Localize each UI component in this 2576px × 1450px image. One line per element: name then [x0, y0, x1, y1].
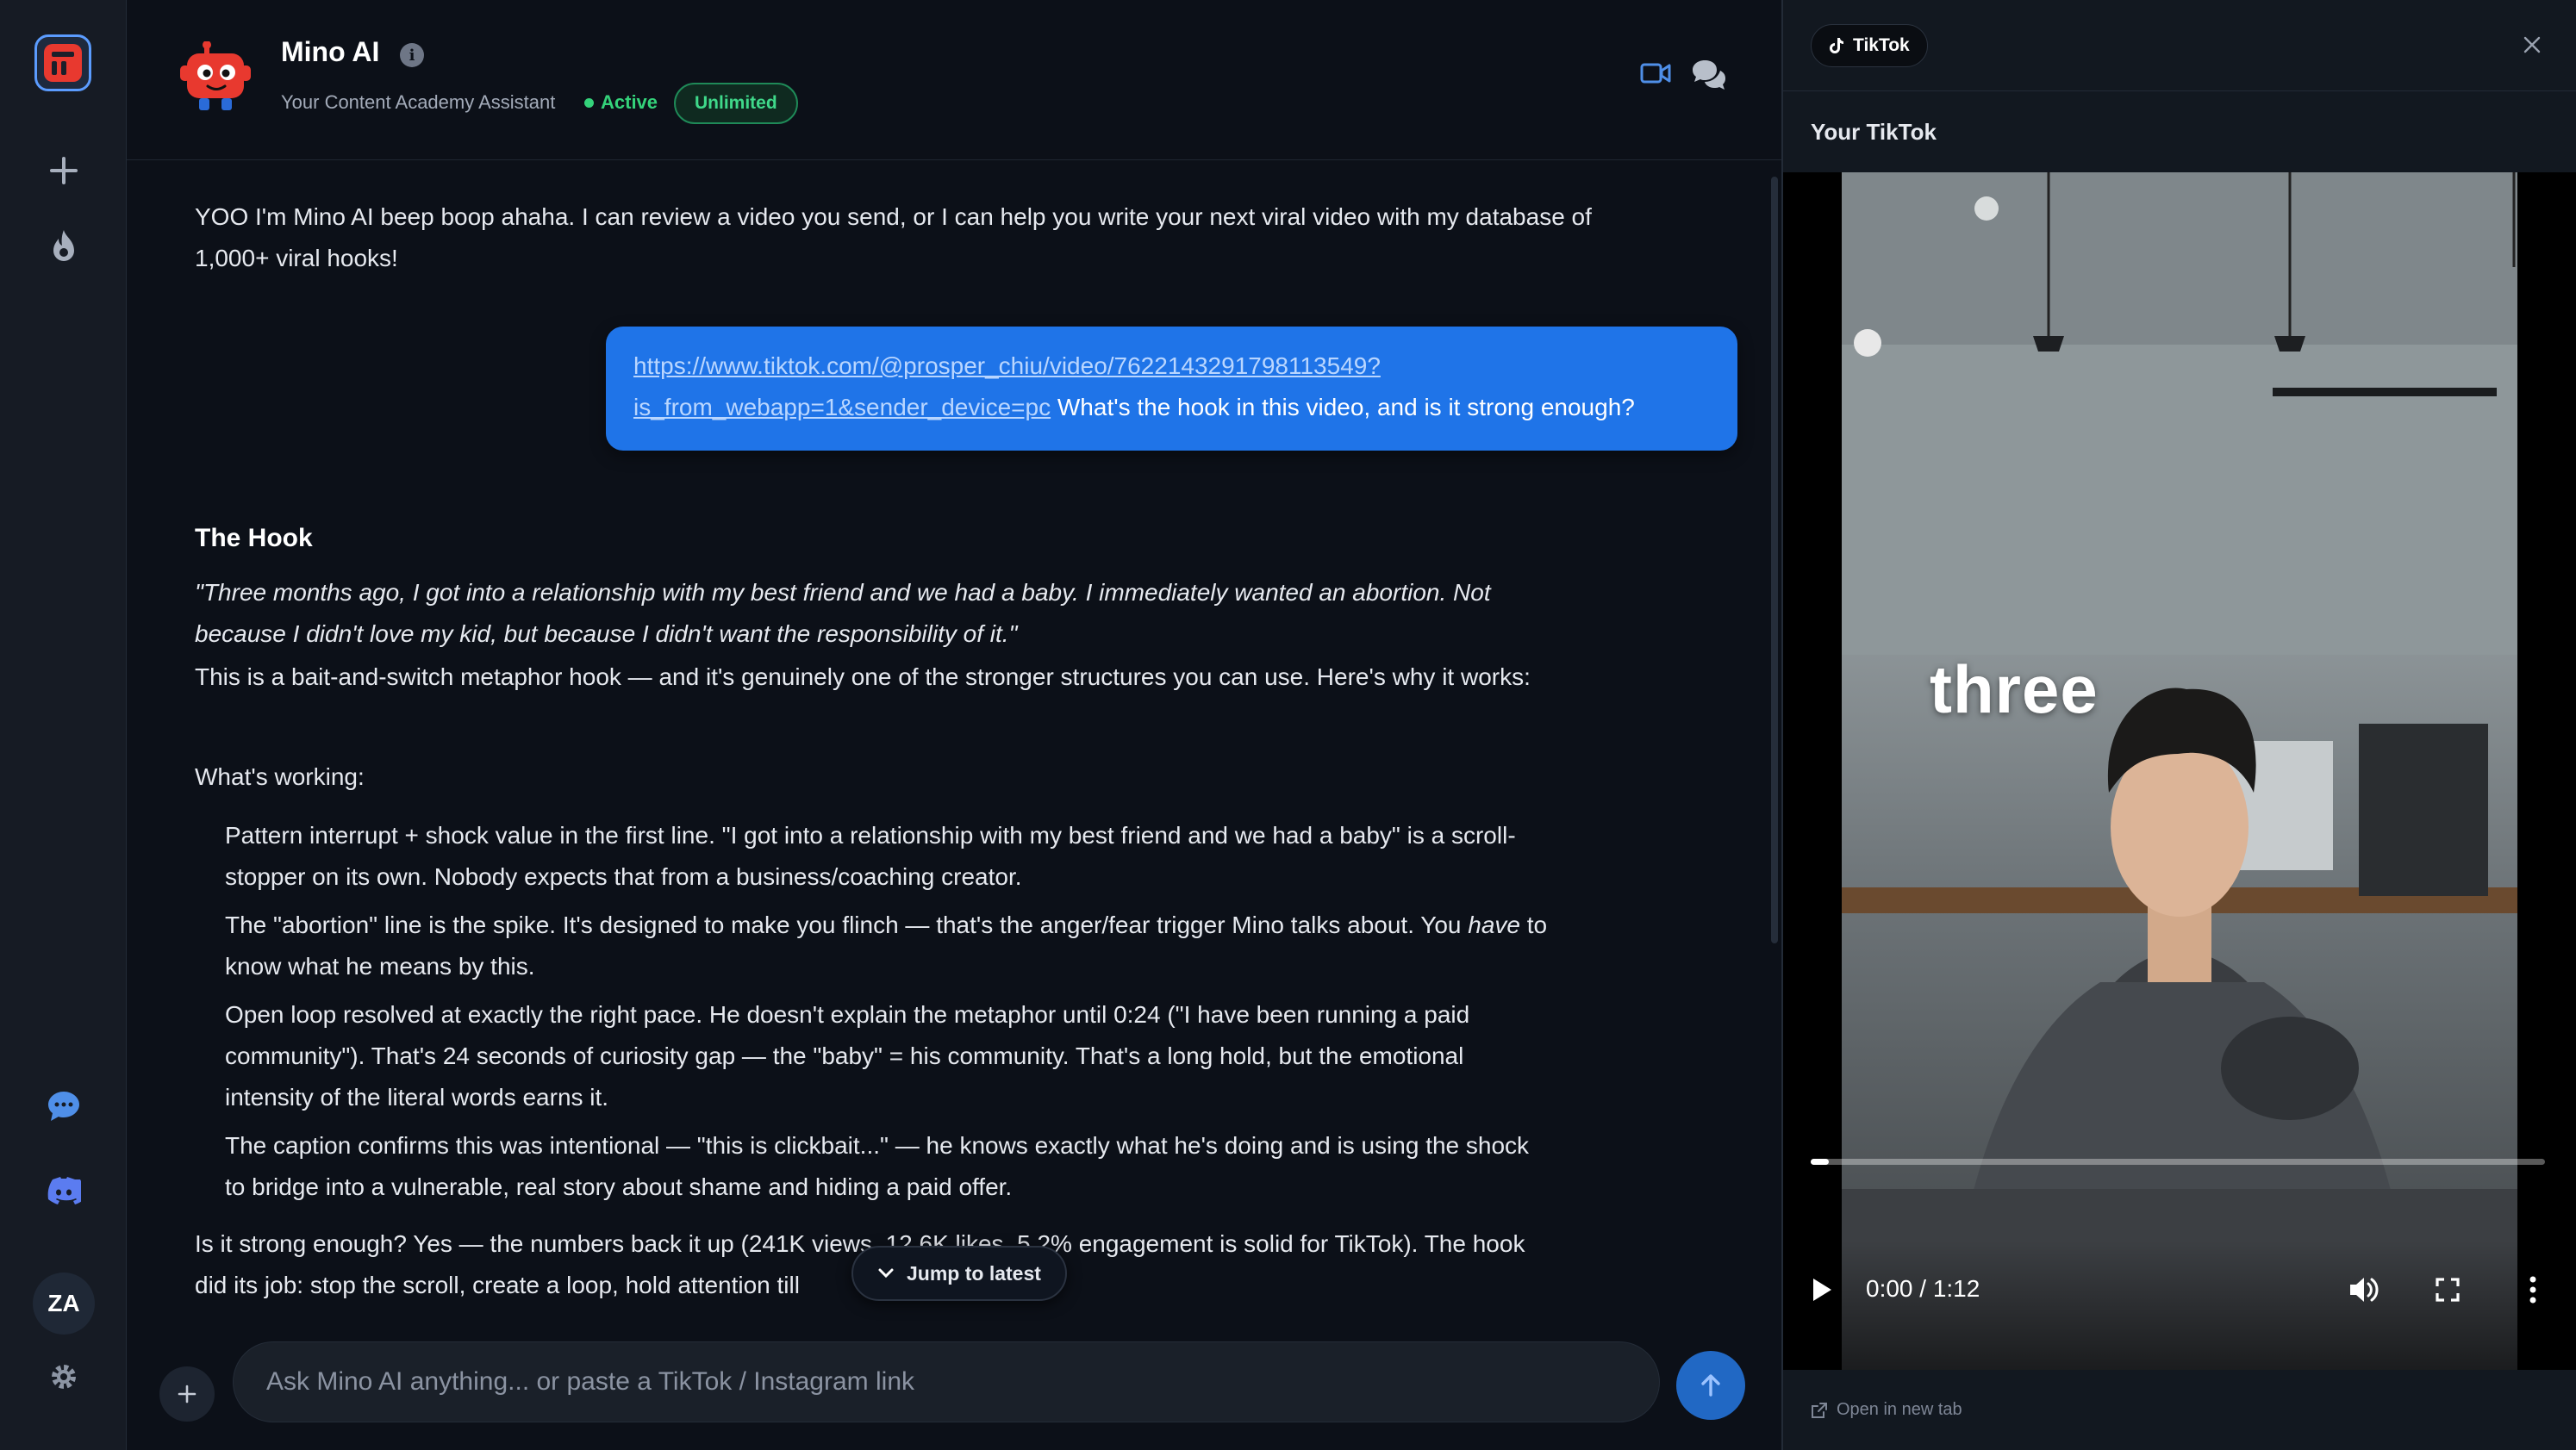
messages-scrollbar[interactable]: [1771, 177, 1778, 943]
open-in-new-tab-label: Open in new tab: [1837, 1400, 1962, 1419]
left-rail: ZA: [0, 0, 127, 1450]
tiktok-chip: TikTok: [1811, 24, 1928, 67]
new-chat-button[interactable]: [38, 145, 90, 196]
discord-icon: [47, 1177, 81, 1204]
working-heading: What's working:: [195, 763, 365, 790]
hook-heading: The Hook: [195, 524, 313, 552]
close-panel-button[interactable]: [2515, 28, 2549, 62]
user-message-bubble: https://www.tiktok.com/@prosper_chiu/vid…: [606, 327, 1737, 451]
fire-icon: [53, 230, 74, 261]
video-controls: 0:00 / 1:12: [1783, 1241, 2576, 1370]
play-button[interactable]: [1811, 1277, 1833, 1307]
jump-to-latest-button[interactable]: Jump to latest: [851, 1246, 1067, 1301]
play-icon: [1813, 1279, 1831, 1301]
volume-button[interactable]: [2348, 1275, 2379, 1309]
video-scene: [1842, 172, 2517, 1370]
video-progress-bar[interactable]: [1811, 1159, 2545, 1165]
chats-icon: [1693, 60, 1725, 90]
fullscreen-button[interactable]: [2435, 1277, 2461, 1307]
attach-button[interactable]: [159, 1366, 215, 1422]
list-item-emphasis: have: [1468, 912, 1520, 938]
status-label: Active: [601, 91, 658, 113]
list-item: The caption confirms this was intentiona…: [225, 1132, 1530, 1200]
video-call-button[interactable]: [1640, 62, 1671, 89]
video-camera-icon: [1640, 63, 1671, 84]
close-icon: [2523, 36, 2541, 53]
chat-bubble-icon: [48, 1092, 79, 1121]
open-in-new-tab-link[interactable]: Open in new tab: [1811, 1400, 1962, 1420]
tiktok-icon: [1830, 38, 1843, 53]
bot-subtitle: Your Content Academy Assistant: [281, 91, 556, 113]
feedback-button[interactable]: [38, 1080, 90, 1132]
gear-icon: [52, 1365, 76, 1389]
external-link-icon: [1812, 1402, 1827, 1418]
volume-icon: [2350, 1278, 2379, 1302]
bot-welcome-message: YOO I'm Mino AI beep boop ahaha. I can r…: [195, 203, 1592, 271]
message-list[interactable]: YOO I'm Mino AI beep boop ahaha. I can r…: [127, 160, 1781, 1306]
app-logo[interactable]: [34, 34, 91, 91]
video-player[interactable]: three 0:00 / 1:12: [1783, 172, 2576, 1370]
arrow-up-icon: [1701, 1374, 1720, 1397]
list-item: The "abortion" line is the spike. It's d…: [225, 905, 1552, 987]
panel-title: Your TikTok: [1811, 119, 1937, 145]
user-avatar[interactable]: ZA: [33, 1273, 95, 1335]
working-list: Pattern interrupt + shock value in the f…: [225, 815, 1552, 1215]
status-badge: Active: [584, 91, 658, 114]
hook-analysis: This is a bait-and-switch metaphor hook …: [195, 663, 1531, 690]
fullscreen-icon: [2436, 1278, 2460, 1302]
video-time: 0:00 / 1:12: [1866, 1275, 1980, 1302]
plus-icon: [178, 1385, 196, 1403]
jump-label: Jump to latest: [907, 1261, 1041, 1285]
chevron-down-icon: [878, 1268, 894, 1279]
status-dot: [584, 97, 594, 108]
chat-header: Mino AI i Your Content Academy Assistant…: [127, 0, 1781, 160]
panel-header: TikTok: [1783, 0, 2576, 91]
send-button[interactable]: [1676, 1351, 1745, 1420]
hook-quote: "Three months ago, I got into a relation…: [195, 579, 1491, 647]
video-caption: three: [1930, 651, 2099, 727]
settings-button[interactable]: [38, 1351, 90, 1403]
list-item-text: The "abortion" line is the spike. It's d…: [225, 912, 1469, 938]
mino-mascot-icon: [180, 41, 251, 110]
user-question: What's the hook in this video, and is it…: [1051, 394, 1635, 420]
more-vertical-icon: [2529, 1276, 2536, 1304]
discord-button[interactable]: [38, 1165, 90, 1217]
video-frame: three: [1842, 172, 2517, 1370]
video-progress-fill: [1811, 1159, 1830, 1165]
message-input[interactable]: [233, 1341, 1660, 1422]
bot-name: Mino AI: [281, 36, 380, 67]
list-item: Open loop resolved at exactly the right …: [225, 1001, 1470, 1111]
trending-button[interactable]: [38, 220, 90, 271]
tiktok-panel: TikTok Your TikTok three 0:00 / 1:12 Ope…: [1781, 0, 2576, 1450]
plan-badge: Unlimited: [674, 83, 798, 124]
info-icon[interactable]: i: [400, 43, 424, 67]
tiktok-chip-label: TikTok: [1853, 35, 1910, 55]
chat-history-button[interactable]: [1691, 59, 1727, 96]
plus-icon: [50, 157, 78, 184]
list-item: Pattern interrupt + shock value in the f…: [225, 822, 1516, 890]
more-options-button[interactable]: [2529, 1275, 2537, 1309]
